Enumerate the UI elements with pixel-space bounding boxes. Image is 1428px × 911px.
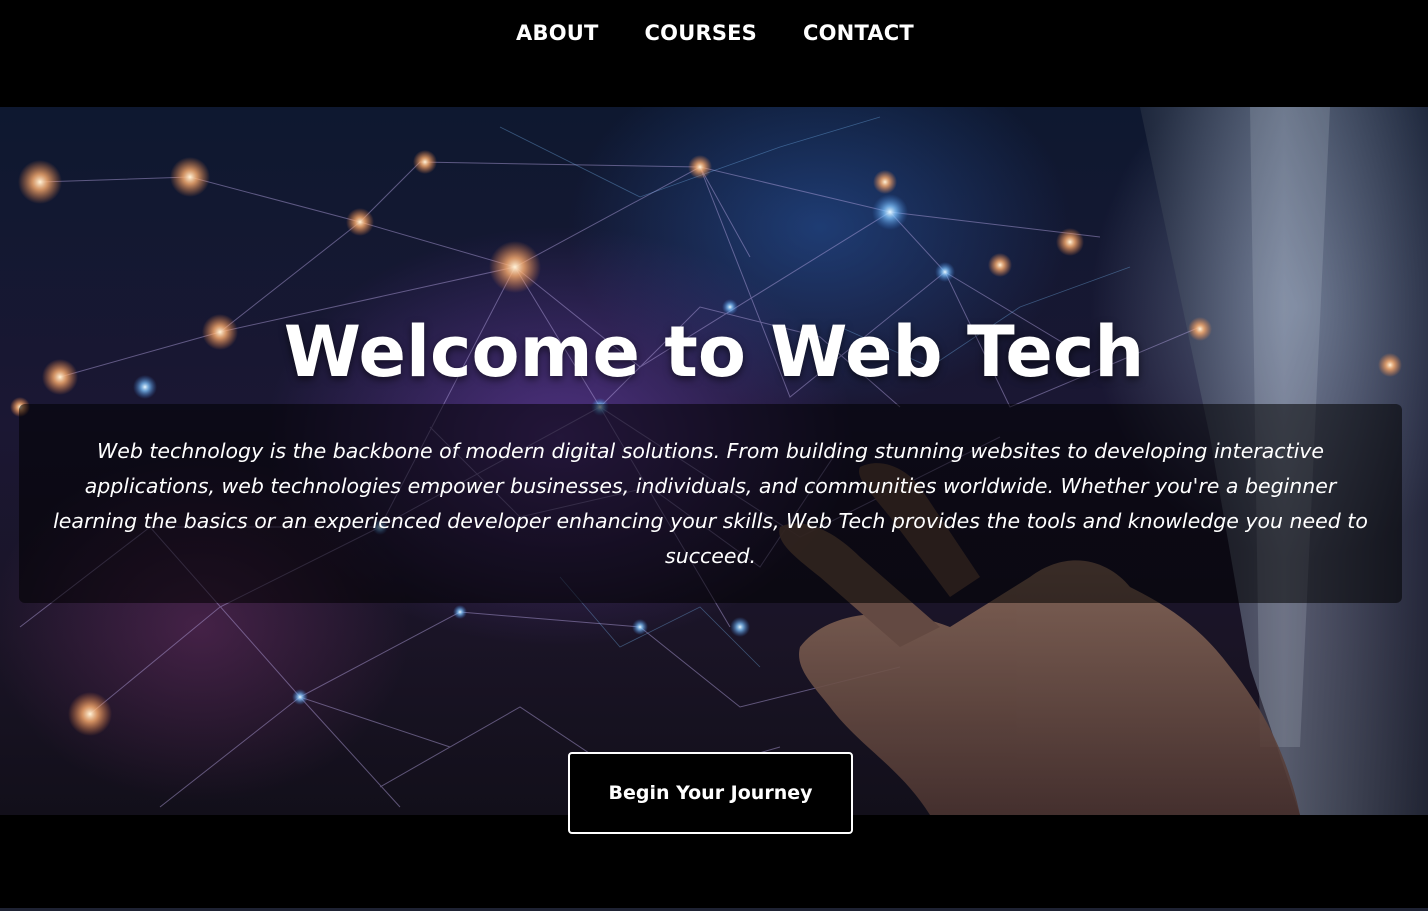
begin-journey-button[interactable]: Begin Your Journey [568,752,853,834]
hero-section: Welcome to Web Tech Web technology is th… [0,107,1428,815]
nav-link-courses[interactable]: COURSES [643,21,757,45]
hero-description: Web technology is the backbone of modern… [53,439,1368,568]
nav-link-about[interactable]: ABOUT [514,21,599,45]
nav-link-contact[interactable]: CONTACT [801,21,914,45]
description-panel: Web technology is the backbone of modern… [19,404,1402,603]
hero-title: Welcome to Web Tech [283,311,1145,393]
top-navigation: ABOUT COURSES CONTACT [0,0,1428,107]
page: ABOUT COURSES CONTACT Welcome to Web Tec… [0,0,1428,911]
